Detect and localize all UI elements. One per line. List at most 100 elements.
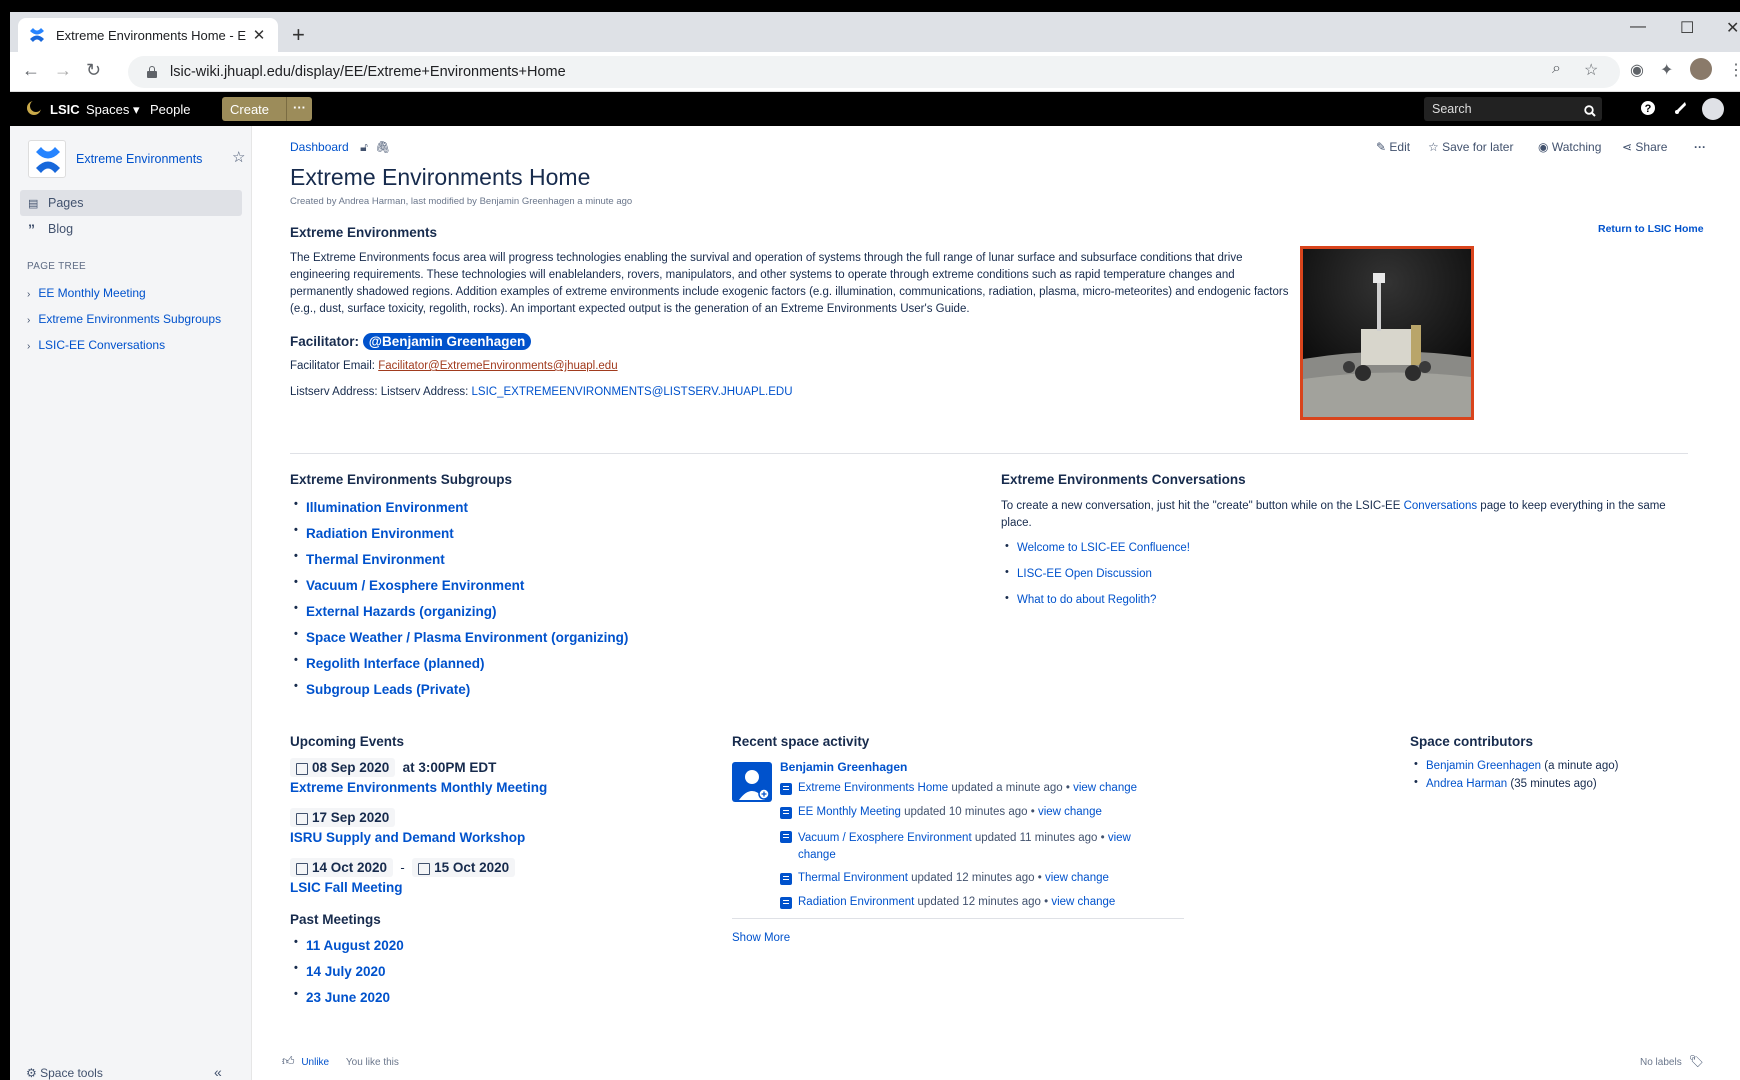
event-2-link[interactable]: ISRU Supply and Demand Workshop <box>290 830 525 845</box>
subgroup-link[interactable]: Space Weather / Plasma Environment (orga… <box>306 630 628 645</box>
subgroup-link[interactable]: Radiation Environment <box>306 526 454 541</box>
view-change-link[interactable]: view change <box>1073 782 1137 794</box>
view-change-link[interactable]: view change <box>1038 806 1102 818</box>
subgroup-link[interactable]: Subgroup Leads (Private) <box>306 682 470 697</box>
tree-item-conversations[interactable]: › LSIC-EE Conversations <box>27 338 165 352</box>
create-more-button[interactable]: ··· <box>286 97 312 121</box>
profile-avatar[interactable] <box>1690 58 1712 80</box>
contributors-list: Benjamin Greenhagen (a minute ago) Andre… <box>1410 758 1619 796</box>
attachment-icon[interactable]: 🖇︎ <box>375 140 390 154</box>
activity-page-link[interactable]: EE Monthly Meeting <box>798 806 901 818</box>
restrictions-lock-icon[interactable]: 🔓︎ <box>360 140 368 154</box>
unlike-link[interactable]: Unlike <box>301 1057 329 1068</box>
watching-button[interactable]: ◉ Watching <box>1538 140 1601 154</box>
sidebar-item-pages[interactable]: ▤ Pages <box>20 190 242 216</box>
event-3-link[interactable]: LSIC Fall Meeting <box>290 880 403 895</box>
space-tools-button[interactable]: ⚙ Space tools <box>26 1066 103 1080</box>
user-mention[interactable]: @Benjamin Greenhagen <box>362 333 532 350</box>
space-logo-icon[interactable] <box>28 140 66 178</box>
chevron-right-icon[interactable]: › <box>27 289 30 300</box>
contributor-link[interactable]: Benjamin Greenhagen <box>1426 760 1541 772</box>
tree-item-label: EE Monthly Meeting <box>38 286 146 300</box>
bookmark-star-icon[interactable]: ☆ <box>1584 60 1598 80</box>
lunar-rover-image <box>1300 246 1474 420</box>
event-1-link[interactable]: Extreme Environments Monthly Meeting <box>290 780 547 795</box>
contributor-time: (a minute ago) <box>1541 760 1619 772</box>
conversation-link[interactable]: LISC-EE Open Discussion <box>1017 568 1152 580</box>
minimize-icon[interactable]: — <box>1630 18 1646 36</box>
lsic-logo-icon[interactable] <box>26 100 42 119</box>
notifications-icon[interactable] <box>1672 100 1688 119</box>
activity-page-link[interactable]: Extreme Environments Home <box>798 782 948 794</box>
url-field[interactable]: lsic-wiki.jhuapl.edu/display/EE/Extreme+… <box>128 56 1620 88</box>
close-window-icon[interactable]: ✕ <box>1726 18 1739 38</box>
activity-page-link[interactable]: Vacuum / Exosphere Environment <box>798 832 972 844</box>
search-icon[interactable] <box>1584 101 1596 117</box>
close-tab-icon[interactable]: ✕ <box>250 26 268 44</box>
subgroup-link[interactable]: Thermal Environment <box>306 552 445 567</box>
user-avatar-icon[interactable] <box>732 762 772 802</box>
user-avatar[interactable] <box>1702 98 1724 120</box>
subgroups-list: Illumination Environment Radiation Envir… <box>290 498 628 708</box>
reload-icon[interactable]: ↻ <box>86 60 101 81</box>
forward-icon[interactable]: → <box>54 60 72 81</box>
conversation-link[interactable]: Welcome to LSIC-EE Confluence! <box>1017 542 1190 554</box>
breadcrumb-dashboard[interactable]: Dashboard <box>290 140 349 154</box>
zoom-icon[interactable]: ⌕ <box>1552 60 1561 78</box>
chevron-right-icon[interactable]: › <box>27 341 30 352</box>
svg-text:?: ? <box>1645 103 1652 115</box>
show-more-link[interactable]: Show More <box>732 932 790 944</box>
list-item: Vacuum / Exosphere Environment <box>290 576 628 604</box>
browser-tab[interactable]: Extreme Environments Home - E ✕ <box>18 18 278 52</box>
search-input[interactable]: Search <box>1424 97 1602 121</box>
help-icon[interactable]: ? <box>1640 100 1656 119</box>
past-meeting-link[interactable]: 11 August 2020 <box>306 938 404 953</box>
create-button[interactable]: Create ··· <box>222 97 312 121</box>
view-change-link[interactable]: view change <box>1051 896 1115 908</box>
people-link[interactable]: People <box>150 102 190 117</box>
back-icon[interactable]: ← <box>22 60 40 81</box>
facilitator-email-link[interactable]: Facilitator@ExtremeEnvironments@jhuapl.e… <box>378 360 617 372</box>
new-tab-icon[interactable]: + <box>292 22 305 48</box>
more-actions-button[interactable]: ··· <box>1694 140 1706 154</box>
subgroup-link[interactable]: Vacuum / Exosphere Environment <box>306 578 524 593</box>
collapse-sidebar-icon[interactable]: « <box>214 1064 222 1080</box>
subgroup-link[interactable]: Regolith Interface (planned) <box>306 656 485 671</box>
lsic-home-link[interactable]: LSIC <box>50 102 80 117</box>
menu-kebab-icon[interactable]: ⋮ <box>1728 60 1740 80</box>
label-tag-icon[interactable]: 🏷︎ <box>1688 1054 1703 1068</box>
tree-item-ee-monthly-meeting[interactable]: › EE Monthly Meeting <box>27 286 146 300</box>
edit-button[interactable]: ✎ Edit <box>1376 140 1410 154</box>
activity-page-link[interactable]: Radiation Environment <box>798 896 914 908</box>
extensions-puzzle-icon[interactable]: ✦ <box>1660 60 1673 80</box>
view-change-link[interactable]: view change <box>1045 872 1109 884</box>
subgroup-link[interactable]: External Hazards (organizing) <box>306 604 497 619</box>
edit-label: Edit <box>1389 140 1411 154</box>
conversation-link[interactable]: What to do about Regolith? <box>1017 594 1156 606</box>
share-button[interactable]: ⋖ Share <box>1622 140 1667 154</box>
spaces-menu[interactable]: Spaces ▾ <box>86 102 140 118</box>
contributor-link[interactable]: Andrea Harman <box>1426 778 1507 790</box>
listserv-link[interactable]: LSIC_EXTREMEENVIRONMENTS@LISTSERV.JHUAPL… <box>472 386 793 398</box>
subgroup-link[interactable]: Illumination Environment <box>306 500 468 515</box>
favourite-star-icon[interactable]: ☆ <box>232 148 245 166</box>
space-name-link[interactable]: Extreme Environments <box>76 152 202 166</box>
activity-user-link[interactable]: Benjamin Greenhagen <box>780 760 907 774</box>
activity-row: Thermal Environment updated 12 minutes a… <box>780 872 1140 885</box>
save-for-later-button[interactable]: ☆ Save for later <box>1428 140 1513 154</box>
thumbs-up-icon[interactable]: 👍︎ <box>282 1054 295 1068</box>
extension-circle-icon[interactable]: ◉ <box>1630 60 1644 80</box>
watching-label: Watching <box>1551 140 1602 154</box>
activity-row: Extreme Environments Home updated a minu… <box>780 782 1140 795</box>
return-to-lsic-home-link[interactable]: Return to LSIC Home <box>1598 223 1704 235</box>
activity-page-link[interactable]: Thermal Environment <box>798 872 908 884</box>
event-1-date-row: 08 Sep 2020 at 3:00PM EDT <box>290 758 496 777</box>
tab-strip: Extreme Environments Home - E ✕ + — ☐ ✕ <box>10 12 1740 52</box>
past-meeting-link[interactable]: 23 June 2020 <box>306 990 390 1005</box>
conversations-link[interactable]: Conversations <box>1404 500 1478 512</box>
sidebar-item-blog[interactable]: ” Blog <box>20 216 242 242</box>
past-meeting-link[interactable]: 14 July 2020 <box>306 964 386 979</box>
tree-item-subgroups[interactable]: › Extreme Environments Subgroups <box>27 312 221 326</box>
chevron-right-icon[interactable]: › <box>27 315 30 326</box>
maximize-icon[interactable]: ☐ <box>1680 18 1694 38</box>
